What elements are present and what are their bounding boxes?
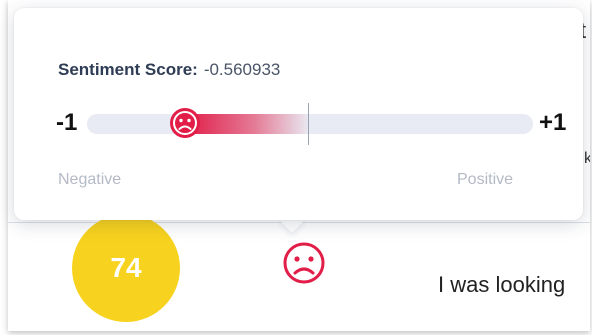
positive-label: Positive bbox=[457, 171, 514, 188]
score-circle[interactable]: 74 bbox=[72, 214, 180, 322]
review-text: I was looking bbox=[438, 272, 566, 297]
sad-face-icon[interactable] bbox=[281, 240, 327, 286]
scale-max-label: +1 bbox=[539, 109, 567, 136]
score-value: 74 bbox=[110, 252, 142, 283]
sentiment-track bbox=[87, 114, 533, 134]
sentiment-score-value: -0.560933 bbox=[203, 60, 281, 79]
sentiment-tooltip: Sentiment Score: -0.560933 -1 +1 Negative… bbox=[14, 8, 583, 220]
sentiment-score-line: Sentiment Score: -0.560933 bbox=[58, 60, 280, 80]
scale-min-label: -1 bbox=[56, 109, 78, 136]
sad-face-icon bbox=[169, 108, 200, 138]
sentiment-track-fill bbox=[184, 114, 310, 134]
background-text-fragment: k bbox=[584, 150, 590, 167]
neutral-center-line bbox=[308, 103, 309, 145]
sentiment-score-label: Sentiment Score: bbox=[58, 60, 198, 79]
negative-label: Negative bbox=[58, 171, 122, 188]
